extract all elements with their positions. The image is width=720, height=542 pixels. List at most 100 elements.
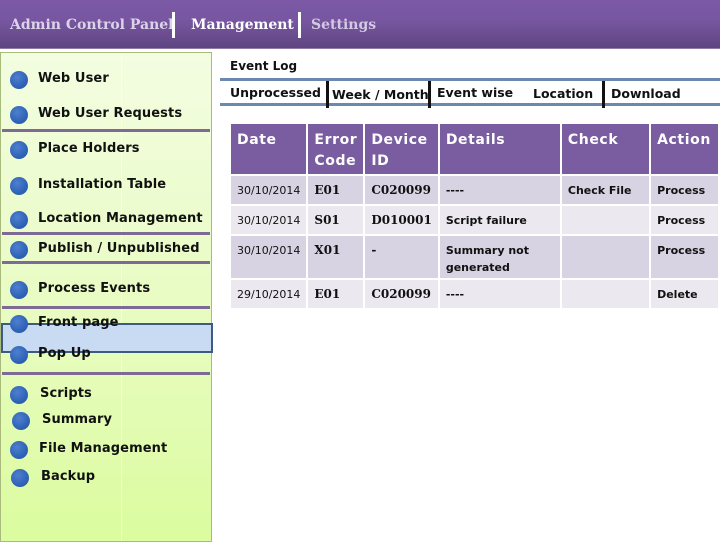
sidebar-item-location-management[interactable]: Location Management bbox=[1, 209, 213, 231]
sidebar-item-publish-unpublished[interactable]: Publish / Unpublished bbox=[1, 239, 213, 261]
bullet-icon bbox=[10, 441, 28, 459]
sidebar-item-process-events[interactable]: Process Events bbox=[1, 279, 213, 301]
header-line: ID bbox=[371, 153, 390, 169]
cell-error-code: E01 bbox=[308, 176, 364, 204]
tab-separator bbox=[428, 81, 431, 108]
sidebar-item-pop-up[interactable]: Pop Up bbox=[1, 344, 213, 366]
process-action-link[interactable]: Process bbox=[651, 206, 718, 234]
cell-check bbox=[561, 236, 650, 278]
bullet-icon bbox=[10, 177, 28, 195]
cell-date: 30/10/2014 bbox=[231, 176, 307, 204]
sidebar-item-label: Summary bbox=[42, 412, 113, 427]
sidebar-item-installation-table[interactable]: Installation Table bbox=[1, 175, 213, 197]
process-action-link[interactable]: Process bbox=[651, 236, 718, 278]
header-line: Code bbox=[314, 153, 357, 169]
cell-details: ---- bbox=[439, 280, 560, 308]
sidebar-item-file-management[interactable]: File Management bbox=[1, 439, 213, 461]
sidebar-item-backup[interactable]: Backup bbox=[1, 467, 213, 489]
section-title: Event Log bbox=[230, 59, 298, 73]
sidebar: Web User Web User Requests Place Holders… bbox=[0, 52, 213, 542]
cell-device-id: - bbox=[365, 236, 438, 278]
top-nav-bar: Admin Control Panel Management Settings bbox=[0, 0, 720, 49]
bullet-icon bbox=[10, 71, 28, 89]
sidebar-divider bbox=[2, 232, 210, 235]
header-line: Error bbox=[314, 132, 358, 148]
column-header-date: Date bbox=[231, 124, 307, 174]
cell-date: 29/10/2014 bbox=[231, 280, 307, 308]
sidebar-divider bbox=[2, 306, 210, 309]
cell-device-id: D010001 bbox=[365, 206, 438, 234]
tab-separator bbox=[602, 81, 605, 108]
cell-error-code: S01 bbox=[308, 206, 364, 234]
sidebar-item-label: File Management bbox=[39, 441, 168, 456]
sidebar-item-label: Web User Requests bbox=[38, 106, 183, 121]
sidebar-divider bbox=[2, 372, 210, 375]
cell-check bbox=[561, 206, 650, 234]
nav-separator bbox=[172, 12, 175, 38]
sidebar-item-summary[interactable]: Summary bbox=[1, 410, 213, 432]
sidebar-item-web-user[interactable]: Web User bbox=[1, 69, 213, 91]
column-header-error-code: Error Code bbox=[308, 124, 364, 174]
table-header-row: Date Error Code Device ID Details Check Ac… bbox=[231, 124, 718, 174]
sidebar-divider bbox=[2, 129, 210, 132]
table-row: 30/10/2014 E01 C020099 ---- Check File P… bbox=[231, 176, 718, 204]
bullet-icon bbox=[10, 386, 28, 404]
sidebar-item-label: Location Management bbox=[38, 211, 203, 226]
sidebar-item-label: Publish / Unpublished bbox=[38, 241, 200, 256]
bullet-icon bbox=[11, 469, 29, 487]
sidebar-item-label: Web User bbox=[38, 71, 109, 86]
table-row: 30/10/2014 S01 D010001 Script failure Pr… bbox=[231, 206, 718, 234]
check-file-link[interactable]: Check File bbox=[561, 176, 650, 204]
table-row: 30/10/2014 X01 - Summary not generated P… bbox=[231, 236, 718, 278]
tab-location[interactable]: Location bbox=[533, 86, 593, 101]
cell-device-id: C020099 bbox=[365, 280, 438, 308]
tab-event-wise[interactable]: Event wise bbox=[437, 85, 513, 100]
sidebar-item-label: Place Holders bbox=[38, 141, 140, 156]
sidebar-item-label: Backup bbox=[41, 469, 96, 484]
cell-date: 30/10/2014 bbox=[231, 206, 307, 234]
sidebar-item-web-user-requests[interactable]: Web User Requests bbox=[1, 104, 213, 126]
sidebar-item-scripts[interactable]: Scripts bbox=[1, 384, 213, 406]
bullet-icon bbox=[10, 315, 28, 333]
column-header-details: Details bbox=[439, 124, 560, 174]
tab-unprocessed[interactable]: Unprocessed bbox=[230, 85, 321, 100]
cell-check bbox=[561, 280, 650, 308]
tab-download[interactable]: Download bbox=[611, 86, 681, 101]
nav-separator bbox=[298, 12, 301, 38]
sidebar-item-label: Process Events bbox=[38, 281, 151, 296]
bullet-icon bbox=[10, 211, 28, 229]
column-header-check: Check bbox=[561, 124, 650, 174]
cell-details: ---- bbox=[439, 176, 560, 204]
bullet-icon bbox=[10, 346, 28, 364]
header-line: Device bbox=[371, 132, 428, 148]
cell-error-code: X01 bbox=[308, 236, 364, 278]
bullet-icon bbox=[10, 106, 28, 124]
sidebar-divider bbox=[2, 261, 210, 264]
cell-details: Summary not generated bbox=[439, 236, 560, 278]
sidebar-item-label: Front page bbox=[38, 315, 119, 330]
tab-week-month[interactable]: Week / Month bbox=[332, 87, 429, 102]
cell-details: Script failure bbox=[439, 206, 560, 234]
nav-settings[interactable]: Settings bbox=[311, 0, 376, 48]
bullet-icon bbox=[10, 141, 28, 159]
sidebar-item-label: Pop Up bbox=[38, 346, 91, 361]
table-row: 29/10/2014 E01 C020099 ---- Delete bbox=[231, 280, 718, 308]
column-header-device-id: Device ID bbox=[365, 124, 438, 174]
bullet-icon bbox=[10, 241, 28, 259]
tab-separator bbox=[326, 81, 329, 108]
nav-management[interactable]: Management bbox=[191, 0, 294, 48]
sidebar-item-place-holders[interactable]: Place Holders bbox=[1, 139, 213, 161]
event-log-tabs: Unprocessed Week / Month Event wise Loca… bbox=[220, 78, 720, 108]
column-header-action: Action bbox=[651, 124, 718, 174]
bullet-icon bbox=[12, 412, 30, 430]
app-title[interactable]: Admin Control Panel bbox=[10, 0, 174, 48]
sidebar-item-label: Installation Table bbox=[38, 177, 167, 192]
event-table: Date Error Code Device ID Details Check Ac… bbox=[229, 122, 720, 310]
process-action-link[interactable]: Process bbox=[651, 176, 718, 204]
cell-date: 30/10/2014 bbox=[231, 236, 307, 278]
delete-action-link[interactable]: Delete bbox=[651, 280, 718, 308]
sidebar-item-front-page[interactable]: Front page bbox=[1, 313, 213, 335]
bullet-icon bbox=[10, 281, 28, 299]
sidebar-item-label: Scripts bbox=[40, 386, 92, 401]
cell-device-id: C020099 bbox=[365, 176, 438, 204]
